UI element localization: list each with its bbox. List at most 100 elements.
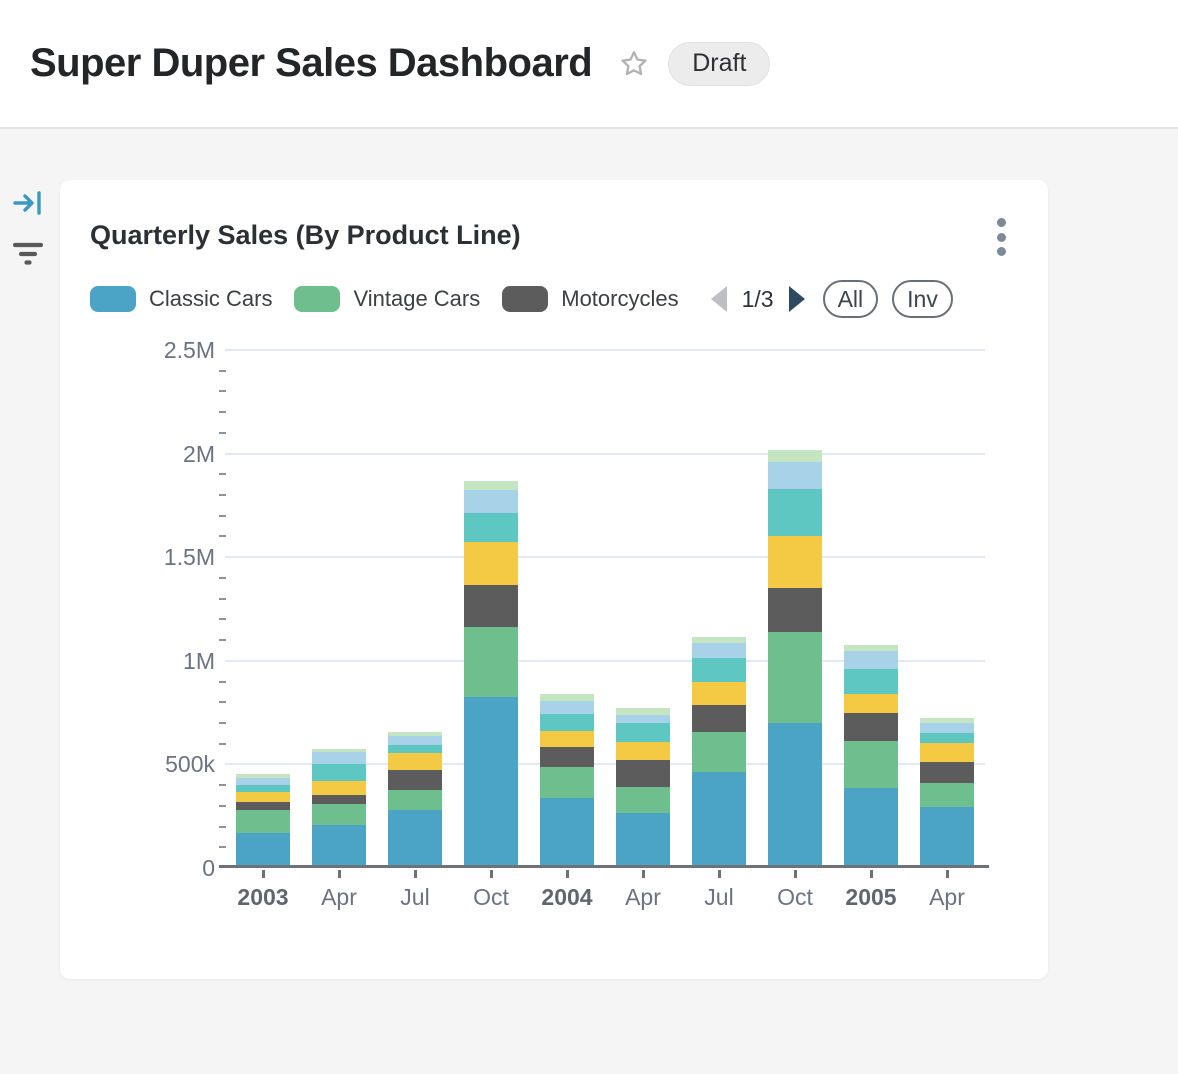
bar-segment-vintage-cars[interactable]: [920, 783, 974, 807]
bar-segment-series-4[interactable]: [616, 742, 670, 760]
x-tick-cell: [681, 870, 757, 878]
bar-segment-series-4[interactable]: [388, 753, 442, 770]
card-menu-button[interactable]: [994, 218, 1008, 256]
bar-segment-series-6[interactable]: [540, 701, 594, 714]
bar-segment-classic-cars[interactable]: [540, 798, 594, 867]
legend-item-motorcycles[interactable]: Motorcycles: [502, 286, 678, 312]
bar-segment-series-4[interactable]: [312, 781, 366, 794]
bar-segment-motorcycles[interactable]: [312, 795, 366, 805]
bar-segment-motorcycles[interactable]: [388, 770, 442, 790]
bar-segment-classic-cars[interactable]: [844, 788, 898, 867]
bar-segment-vintage-cars[interactable]: [768, 632, 822, 723]
bar-segment-series-4[interactable]: [692, 682, 746, 705]
bar-segment-motorcycles[interactable]: [236, 802, 290, 810]
bar-segment-vintage-cars[interactable]: [312, 804, 366, 824]
bar-segment-series-5[interactable]: [768, 489, 822, 536]
bar-segment-vintage-cars[interactable]: [540, 767, 594, 798]
bar-segment-motorcycles[interactable]: [844, 713, 898, 741]
bar-2-jul: [388, 732, 442, 867]
bar-segment-series-6[interactable]: [616, 715, 670, 723]
bar-6-jul: [692, 637, 746, 867]
bar-segment-classic-cars[interactable]: [312, 825, 366, 868]
bar-segment-series-5[interactable]: [692, 658, 746, 682]
bar-segment-motorcycles[interactable]: [768, 588, 822, 632]
bar-segment-vintage-cars[interactable]: [464, 627, 518, 697]
legend-label: Classic Cars: [149, 286, 272, 312]
bar-segment-motorcycles[interactable]: [464, 585, 518, 627]
y-minor-tick: [219, 370, 226, 372]
bar-segment-series-5[interactable]: [464, 513, 518, 542]
bar-segment-series-4[interactable]: [464, 542, 518, 585]
y-minor-tick: [219, 515, 226, 517]
bar-segment-motorcycles[interactable]: [616, 760, 670, 787]
bar-segment-series-6[interactable]: [236, 778, 290, 785]
x-axis-tick: [414, 870, 417, 878]
y-minor-tick: [219, 411, 226, 413]
y-axis-label: 1.5M: [60, 544, 215, 570]
bar-segment-series-4[interactable]: [920, 743, 974, 762]
bar-segment-series-5[interactable]: [236, 785, 290, 792]
bar-segment-classic-cars[interactable]: [692, 772, 746, 867]
bar-segment-classic-cars[interactable]: [236, 833, 290, 867]
bar-segment-series-6[interactable]: [312, 752, 366, 764]
bar-segment-series-7[interactable]: [768, 450, 822, 462]
x-tick-cell: [909, 870, 985, 878]
bar-segment-series-6[interactable]: [844, 651, 898, 669]
filter-button[interactable]: [12, 240, 44, 273]
bar-segment-series-4[interactable]: [236, 792, 290, 802]
invert-selection-button[interactable]: Inv: [892, 280, 953, 318]
x-axis-label: Apr: [605, 884, 681, 911]
bar-segment-vintage-cars[interactable]: [616, 787, 670, 813]
bar-segment-vintage-cars[interactable]: [844, 741, 898, 788]
legend-item-classic-cars[interactable]: Classic Cars: [90, 286, 272, 312]
bar-column: [377, 732, 453, 867]
bar-segment-series-6[interactable]: [920, 723, 974, 733]
bar-segment-series-5[interactable]: [920, 733, 974, 743]
x-tick-cell: [225, 870, 301, 878]
bar-segment-series-6[interactable]: [692, 643, 746, 658]
legend-label: Motorcycles: [561, 286, 678, 312]
bar-segment-series-4[interactable]: [844, 694, 898, 713]
bar-segment-series-5[interactable]: [312, 764, 366, 781]
bar-segment-vintage-cars[interactable]: [236, 810, 290, 833]
bar-segment-series-6[interactable]: [768, 462, 822, 489]
chevron-left-icon[interactable]: [711, 286, 727, 312]
bar-segment-classic-cars[interactable]: [616, 813, 670, 867]
y-minor-tick: [219, 390, 226, 392]
bar-segment-classic-cars[interactable]: [388, 810, 442, 867]
x-axis-label: Apr: [301, 884, 377, 911]
bar-segment-series-5[interactable]: [844, 669, 898, 694]
bar-segment-classic-cars[interactable]: [464, 697, 518, 867]
bar-column: [529, 694, 605, 867]
favorite-button[interactable]: [618, 48, 650, 80]
chevron-right-icon[interactable]: [789, 286, 805, 312]
bar-segment-series-4[interactable]: [540, 731, 594, 747]
bar-segment-vintage-cars[interactable]: [692, 732, 746, 772]
plot-area: 2003AprJulOct2004AprJulOct2005Apr: [225, 350, 985, 868]
y-minor-tick: [219, 722, 226, 724]
bar-segment-series-5[interactable]: [540, 714, 594, 731]
bar-segment-motorcycles[interactable]: [920, 762, 974, 783]
bar-segment-vintage-cars[interactable]: [388, 790, 442, 810]
bar-5-apr: [616, 708, 670, 867]
bar-segment-series-5[interactable]: [388, 745, 442, 753]
bar-segment-series-6[interactable]: [464, 490, 518, 513]
select-all-button[interactable]: All: [823, 280, 879, 318]
bar-segment-series-6[interactable]: [388, 736, 442, 745]
bar-segment-classic-cars[interactable]: [768, 723, 822, 867]
x-axis-label: 2003: [225, 884, 301, 911]
bar-segment-motorcycles[interactable]: [540, 747, 594, 766]
bar-segment-series-7[interactable]: [616, 708, 670, 715]
legend-item-vintage-cars[interactable]: Vintage Cars: [294, 286, 480, 312]
bar-segment-series-7[interactable]: [464, 481, 518, 489]
bar-segment-classic-cars[interactable]: [920, 807, 974, 867]
expand-panel-button[interactable]: [12, 188, 44, 223]
bar-segment-motorcycles[interactable]: [692, 705, 746, 732]
bar-column: [225, 774, 301, 867]
bar-segment-series-7[interactable]: [540, 694, 594, 701]
bar-segment-series-5[interactable]: [616, 723, 670, 742]
x-axis-ticks: [225, 870, 985, 878]
y-minor-tick: [219, 701, 226, 703]
bar-segment-series-4[interactable]: [768, 536, 822, 588]
x-axis-tick: [718, 870, 721, 878]
